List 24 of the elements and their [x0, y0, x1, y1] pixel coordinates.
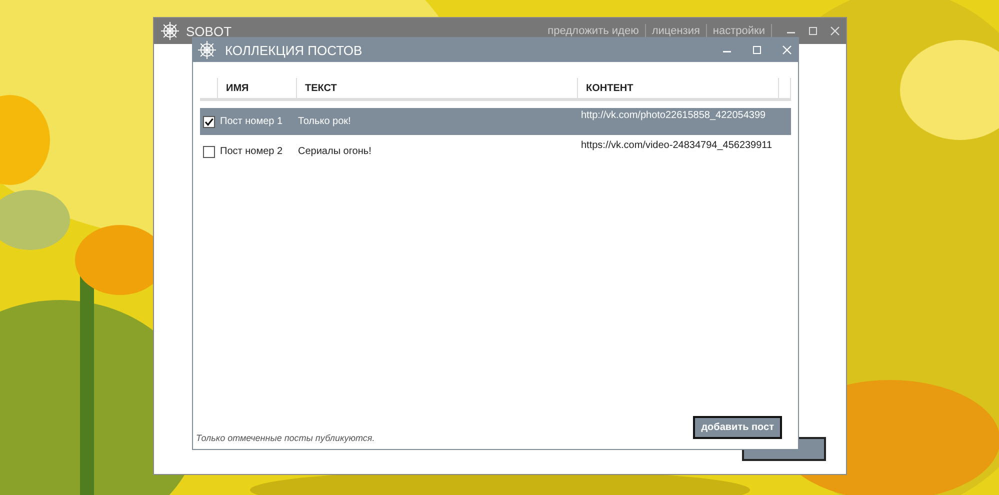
checkbox[interactable] — [202, 146, 214, 158]
menu-link[interactable]: предложить идею — [548, 25, 639, 37]
table-cell-text: https://vk.com/video-24834794_456239911 — [580, 139, 774, 151]
checkbox[interactable] — [202, 116, 214, 128]
table-cell-text: Пост номер 1 — [219, 116, 284, 127]
window-title: SOBOT — [186, 24, 232, 38]
spider-web-icon — [160, 21, 180, 41]
table-cell-text: Пост номер 2 — [219, 146, 284, 157]
table-cell-text: Только рок! — [297, 116, 352, 127]
close-icon[interactable] — [830, 26, 840, 36]
hint-text: Только отмеченные посты публикуются. — [196, 433, 375, 443]
menu-link[interactable]: настройки — [712, 25, 765, 37]
table-cell-text: http://vk.com/photo22615858_422054399 — [580, 109, 767, 121]
table-row[interactable]: Пост номер 1 Только рок! http://vk.com/photo22615858_422054399 — [200, 108, 791, 135]
menu-link[interactable]: лицензия — [652, 25, 700, 37]
column-header[interactable]: ИМЯ — [218, 78, 297, 98]
column-header[interactable]: КОНТЕНТ — [578, 78, 779, 98]
spider-web-icon — [197, 40, 217, 60]
column-header[interactable]: ТЕКСТ — [297, 78, 578, 98]
table-row[interactable]: Пост номер 2 Сериалы огонь! https://vk.com/video-24834794_456239911 — [200, 138, 791, 165]
table-cell-text: Сериалы огонь! — [297, 146, 372, 157]
dialog-title: КОЛЛЕКЦИЯ ПОСТОВ — [225, 42, 362, 58]
add-post-button[interactable]: добавить пост — [693, 416, 782, 439]
maximize-icon[interactable] — [808, 26, 818, 36]
